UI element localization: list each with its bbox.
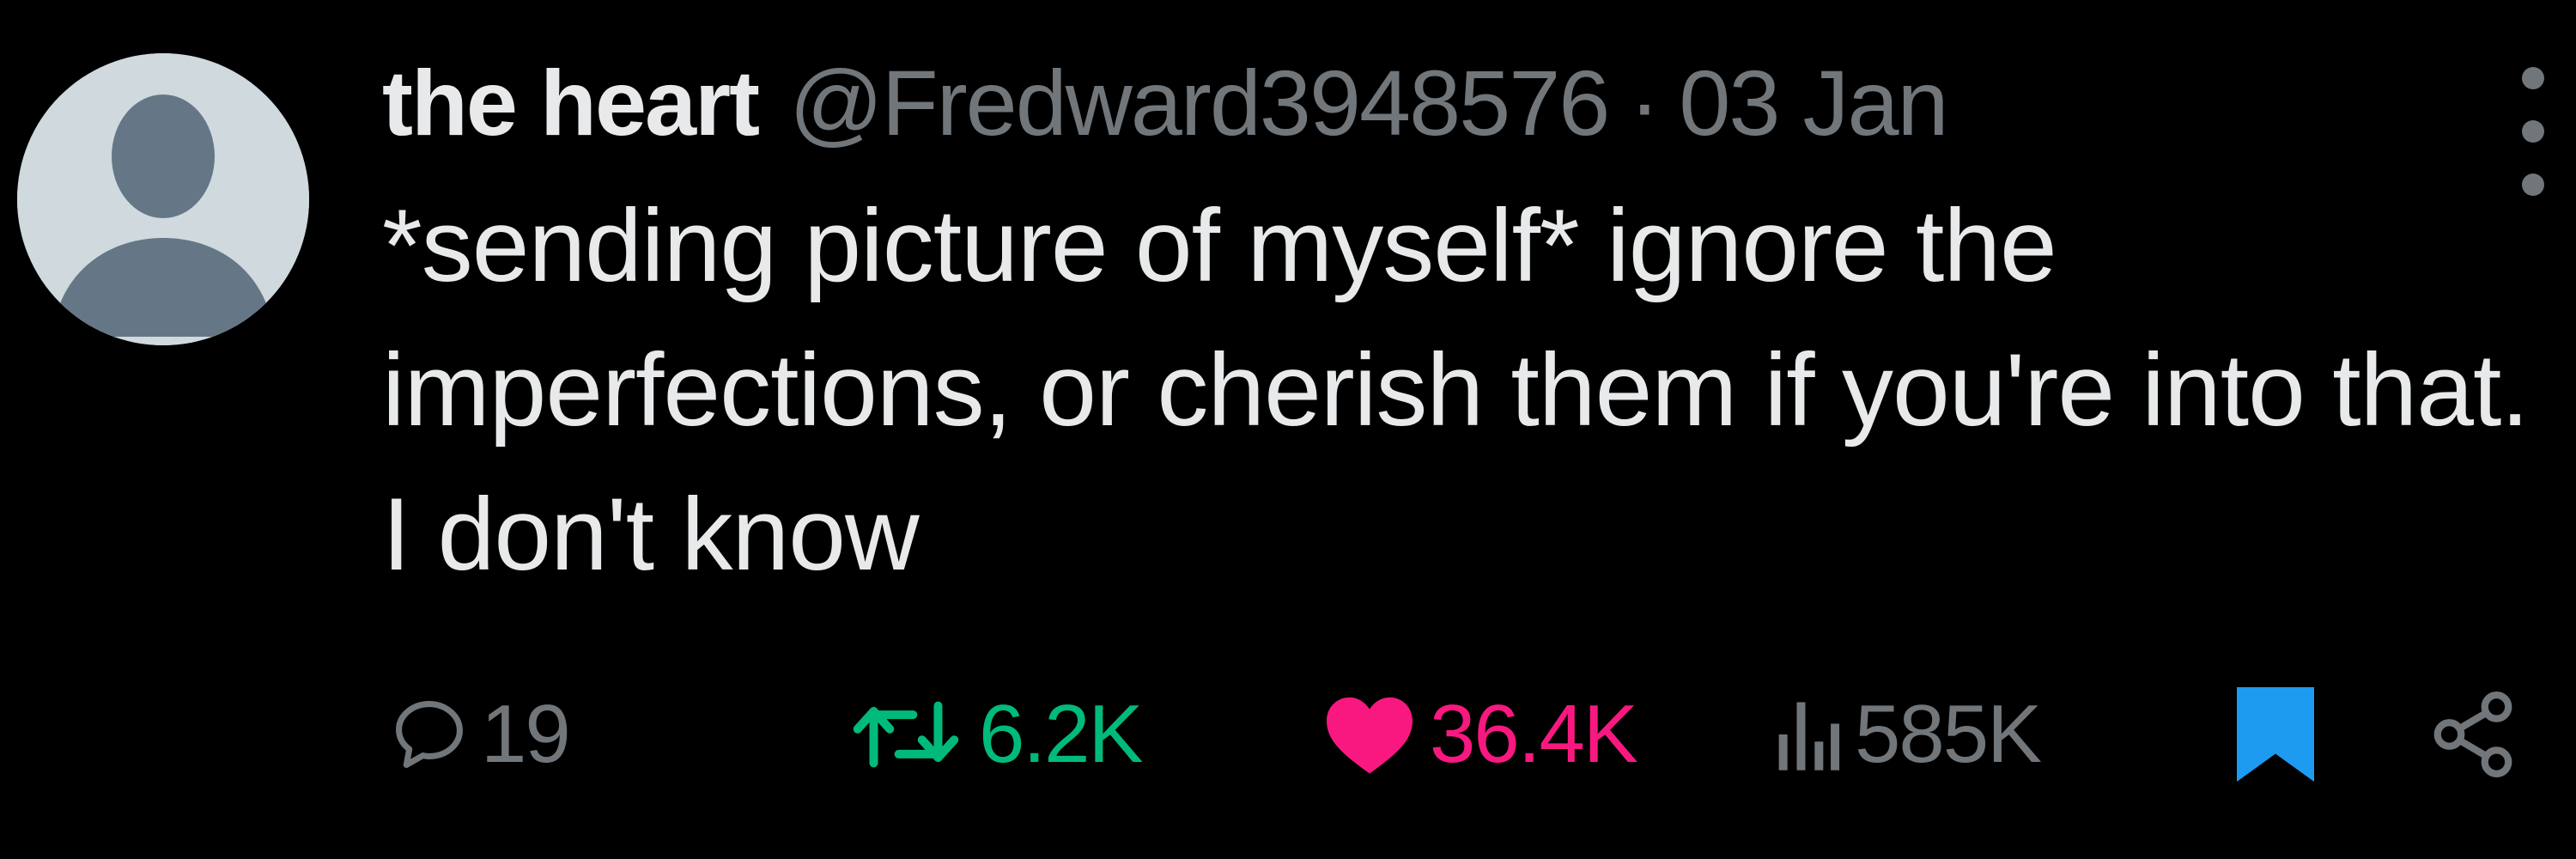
tweet-content: the heart @Fredward3948576 · 03 Jan *sen…	[382, 43, 2563, 606]
more-dot	[2522, 67, 2544, 89]
views-button[interactable]: 585K	[1769, 679, 2042, 790]
views-count: 585K	[1855, 688, 2042, 780]
tweet-date[interactable]: 03 Jan	[1679, 43, 1948, 163]
avatar[interactable]	[17, 53, 309, 345]
retweet-icon	[853, 701, 959, 768]
reply-count: 19	[481, 688, 571, 780]
like-count: 36.4K	[1430, 688, 1638, 780]
views-icon	[1778, 702, 1840, 771]
author-name[interactable]: the heart	[382, 43, 760, 163]
reply-button[interactable]: 19	[386, 679, 571, 790]
bookmark-icon	[2237, 687, 2314, 782]
more-vertical-icon[interactable]	[2503, 67, 2563, 196]
share-button[interactable]	[2426, 679, 2520, 790]
more-dot	[2522, 174, 2544, 196]
like-button[interactable]: 36.4K	[1318, 679, 1638, 790]
tweet-header: the heart @Fredward3948576 · 03 Jan	[382, 43, 2563, 163]
separator-dot: ·	[1629, 51, 1660, 155]
default-profile-icon	[17, 53, 309, 345]
tweet-text: *sending picture of myself* ignore the i…	[382, 188, 2530, 592]
heart-icon	[1327, 697, 1413, 774]
bookmark-button[interactable]	[2233, 679, 2318, 790]
retweet-button[interactable]: 6.2K	[841, 679, 1143, 790]
tweet-actions: 19 6.2K 36.4K 585K	[386, 679, 2524, 790]
share-icon	[2433, 691, 2512, 777]
author-handle[interactable]: @Fredward3948576	[789, 43, 1610, 163]
reply-icon	[396, 701, 463, 768]
more-dot	[2522, 120, 2544, 143]
retweet-count: 6.2K	[979, 688, 1143, 780]
